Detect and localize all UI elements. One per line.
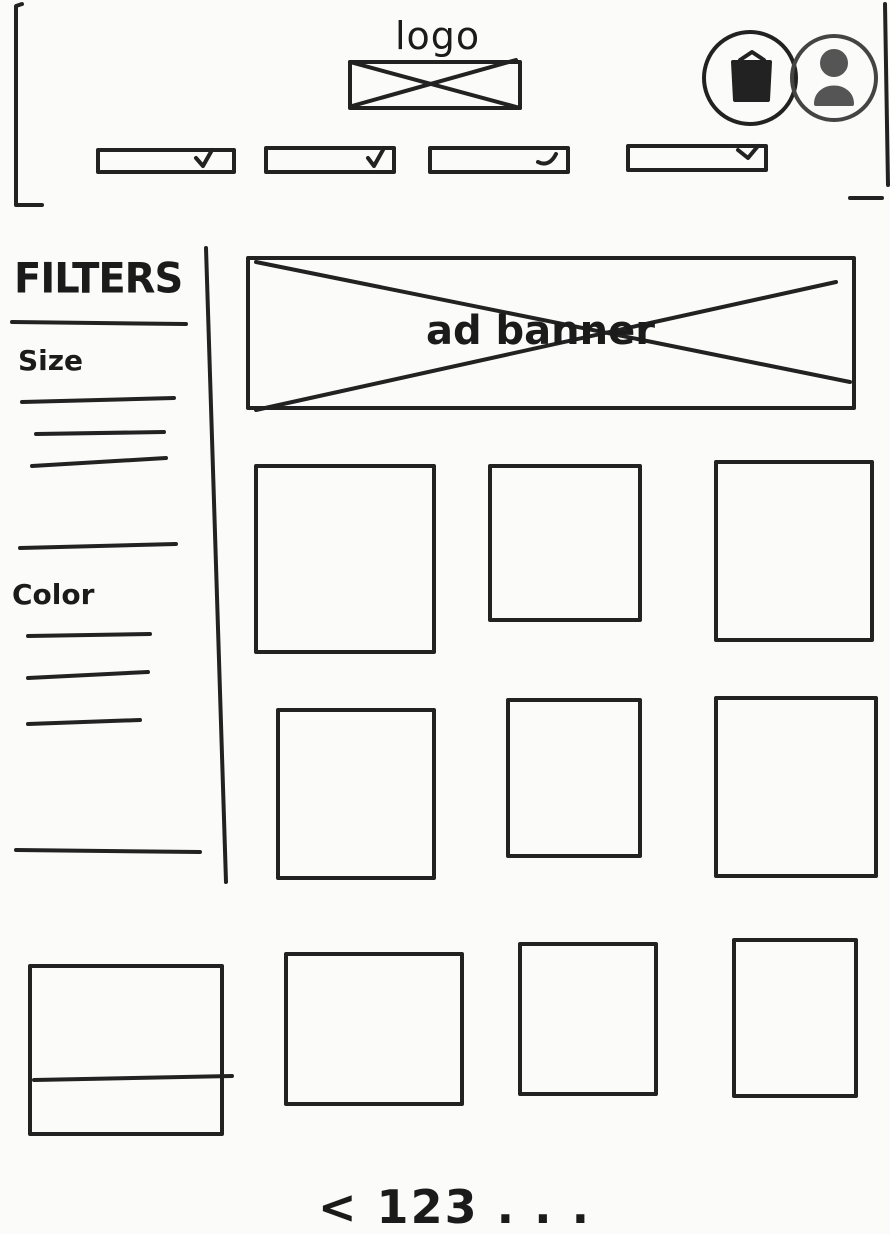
color-divider — [14, 848, 202, 854]
size-divider — [18, 542, 178, 550]
product-card-3[interactable] — [714, 460, 874, 642]
color-option-3[interactable] — [24, 710, 144, 730]
product-card-4[interactable] — [276, 708, 436, 880]
ad-banner[interactable] — [246, 256, 856, 410]
size-option-1[interactable] — [20, 388, 178, 408]
header-bracket-right — [883, 2, 890, 187]
product-card-10[interactable] — [732, 938, 858, 1098]
color-option-2[interactable] — [24, 664, 152, 684]
size-filter-label: Size — [18, 344, 84, 377]
nav-dropdown-button-4[interactable] — [626, 142, 770, 174]
nav-dropdown-button-2[interactable] — [264, 144, 398, 176]
nav-dropdown-button-3[interactable] — [428, 144, 572, 176]
product-card-7[interactable] — [28, 964, 224, 1136]
product-card-5[interactable] — [506, 698, 642, 858]
pagination[interactable]: < 123 . . . — [318, 1180, 591, 1234]
filters-title: FILTERS — [14, 254, 183, 304]
product-card-2[interactable] — [488, 464, 642, 622]
product-card-6[interactable] — [714, 696, 878, 878]
color-filter-label: Color — [12, 578, 95, 611]
product-card-1[interactable] — [254, 464, 436, 654]
product-card-8[interactable] — [284, 952, 464, 1106]
color-option-1[interactable] — [24, 624, 154, 644]
nav-dropdown-button-1[interactable] — [96, 146, 238, 176]
filters-underline — [10, 320, 188, 326]
logo-link[interactable] — [348, 60, 524, 112]
size-option-2[interactable] — [32, 422, 168, 442]
header-bracket-left — [14, 2, 44, 207]
sidebar-separator — [204, 246, 228, 884]
cart-button[interactable] — [702, 30, 800, 128]
size-option-3[interactable] — [30, 452, 170, 472]
product-card-9[interactable] — [518, 942, 658, 1096]
user-account-button[interactable] — [790, 34, 880, 124]
logo-label: logo — [395, 14, 481, 58]
